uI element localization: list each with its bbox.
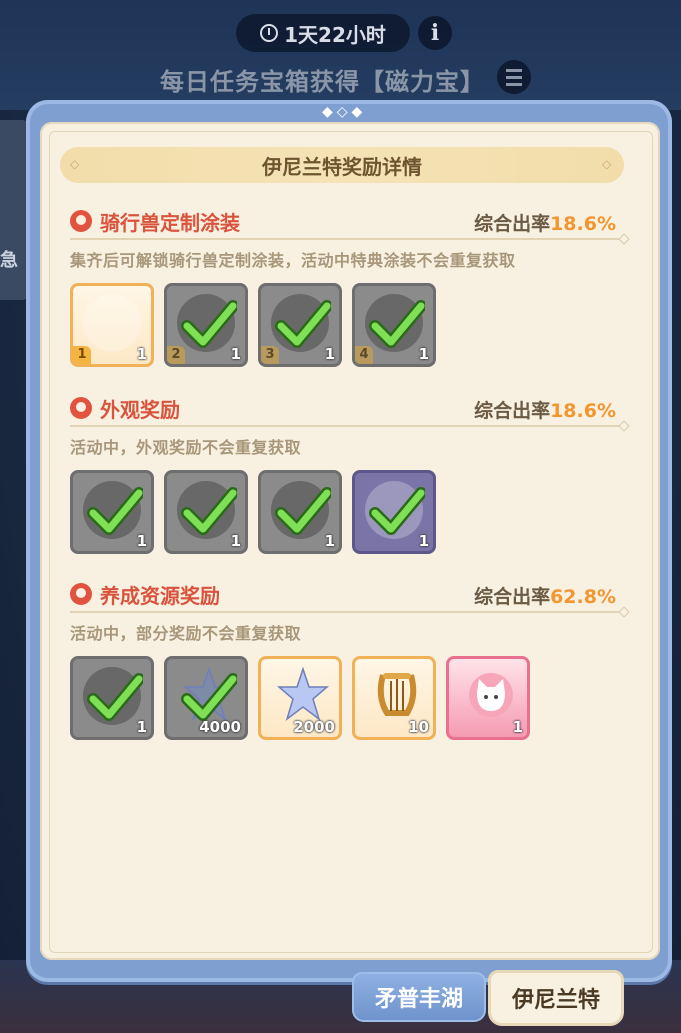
- drop-rate-label: 综合出率: [474, 400, 551, 422]
- item-quantity: 4000: [199, 718, 241, 736]
- reward-item[interactable]: 1: [352, 470, 436, 554]
- reward-item[interactable]: 11: [70, 283, 154, 367]
- diamond-icon: ◇: [70, 157, 80, 171]
- info-icon[interactable]: i: [418, 16, 452, 50]
- drop-rate-value: 62.8%: [550, 586, 616, 608]
- item-quantity: 1: [230, 345, 241, 363]
- check-icon: [181, 487, 237, 535]
- check-icon: [369, 300, 425, 348]
- diamond-icon: ◇: [602, 157, 612, 171]
- item-quantity: 1: [230, 532, 241, 550]
- section-title: 外观奖励: [100, 397, 180, 422]
- section-header: 骑行兽定制涂装 综合出率18.6%: [70, 205, 630, 240]
- item-quantity: 1: [136, 345, 147, 363]
- item-level: 2: [167, 346, 185, 364]
- section-description: 活动中，部分奖励不会重复获取: [70, 624, 302, 643]
- reward-item[interactable]: 2000: [258, 656, 342, 740]
- item-quantity: 1: [324, 532, 335, 550]
- section-description: 活动中，外观奖励不会重复获取: [70, 438, 302, 457]
- lyre-icon: [377, 673, 417, 716]
- reward-item[interactable]: 1: [446, 656, 530, 740]
- item-quantity: 1: [418, 532, 429, 550]
- item-quantity: 10: [408, 718, 429, 736]
- drop-rate: 综合出率18.6%: [474, 209, 616, 236]
- panel-header: ◇ 伊尼兰特奖励详情 ◇: [60, 147, 624, 183]
- section-title: 养成资源奖励: [100, 583, 220, 608]
- cat-avatar-icon: [469, 673, 513, 717]
- section-marker-icon: [70, 397, 92, 419]
- reward-item[interactable]: 31: [258, 283, 342, 367]
- ornament-icon: ◆◇◆: [322, 104, 367, 120]
- check-icon: [275, 487, 331, 535]
- item-quantity: 1: [512, 718, 523, 736]
- mount-skin-icon: [83, 294, 141, 352]
- reward-item[interactable]: 41: [352, 283, 436, 367]
- item-quantity: 1: [136, 532, 147, 550]
- section-marker-icon: [70, 583, 92, 605]
- drop-rate-value: 18.6%: [550, 400, 616, 422]
- item-quantity: 1: [324, 345, 335, 363]
- reward-item[interactable]: 4000: [164, 656, 248, 740]
- event-timer: 1天22小时: [236, 14, 410, 52]
- divider: [70, 425, 622, 427]
- drop-rate: 综合出率18.6%: [474, 396, 616, 423]
- item-level: 1: [73, 346, 91, 364]
- drop-rate-value: 18.6%: [550, 213, 616, 235]
- reward-item[interactable]: 1: [258, 470, 342, 554]
- check-icon: [275, 300, 331, 348]
- item-quantity: 1: [136, 718, 147, 736]
- crystal-star-icon: [277, 667, 329, 721]
- reward-item-list: 1 1 1 1: [70, 470, 630, 554]
- side-panel-text: 急: [0, 250, 18, 271]
- reward-item[interactable]: 1: [70, 470, 154, 554]
- divider: [70, 611, 622, 613]
- divider: [70, 238, 622, 240]
- list-icon[interactable]: [497, 60, 531, 94]
- check-icon: [87, 487, 143, 535]
- item-quantity: 2000: [293, 718, 335, 736]
- check-icon: [87, 673, 143, 721]
- tab-ynilante[interactable]: 伊尼兰特: [488, 970, 624, 1026]
- reward-item[interactable]: 1: [164, 470, 248, 554]
- reward-section: 骑行兽定制涂装 综合出率18.6% 集齐后可解锁骑行兽定制涂装，活动中特典涂装不会重…: [70, 205, 630, 367]
- reward-section: 外观奖励 综合出率18.6% 活动中，外观奖励不会重复获取 1 1 1 1: [70, 392, 630, 554]
- drop-rate: 综合出率62.8%: [474, 582, 616, 609]
- tab-maopu-fenghu[interactable]: 矛普丰湖: [352, 972, 486, 1022]
- reward-item-list: 11213141: [70, 283, 630, 367]
- reward-item[interactable]: 10: [352, 656, 436, 740]
- clock-icon: [260, 24, 279, 42]
- panel-title: 伊尼兰特奖励详情: [262, 154, 422, 179]
- reward-item[interactable]: 1: [70, 656, 154, 740]
- reward-item[interactable]: 21: [164, 283, 248, 367]
- reward-item-list: 1 4000 2000 10 1: [70, 656, 630, 740]
- drop-rate-label: 综合出率: [474, 213, 551, 235]
- timer-text: 1天22小时: [284, 22, 386, 47]
- item-level: 4: [355, 346, 373, 364]
- item-level: 3: [261, 346, 279, 364]
- item-quantity: 1: [418, 345, 429, 363]
- daily-chest-title: 每日任务宝箱获得【磁力宝】: [160, 68, 485, 96]
- section-title: 骑行兽定制涂装: [100, 210, 240, 235]
- check-icon: [181, 673, 237, 721]
- section-header: 养成资源奖励 综合出率62.8%: [70, 578, 630, 613]
- check-icon: [181, 300, 237, 348]
- section-marker-icon: [70, 210, 92, 232]
- section-description: 集齐后可解锁骑行兽定制涂装，活动中特典涂装不会重复获取: [70, 251, 516, 270]
- check-icon: [369, 487, 425, 535]
- section-header: 外观奖励 综合出率18.6%: [70, 392, 630, 427]
- drop-rate-label: 综合出率: [474, 586, 551, 608]
- reward-section: 养成资源奖励 综合出率62.8% 活动中，部分奖励不会重复获取 1 4000 2000 10…: [70, 578, 630, 740]
